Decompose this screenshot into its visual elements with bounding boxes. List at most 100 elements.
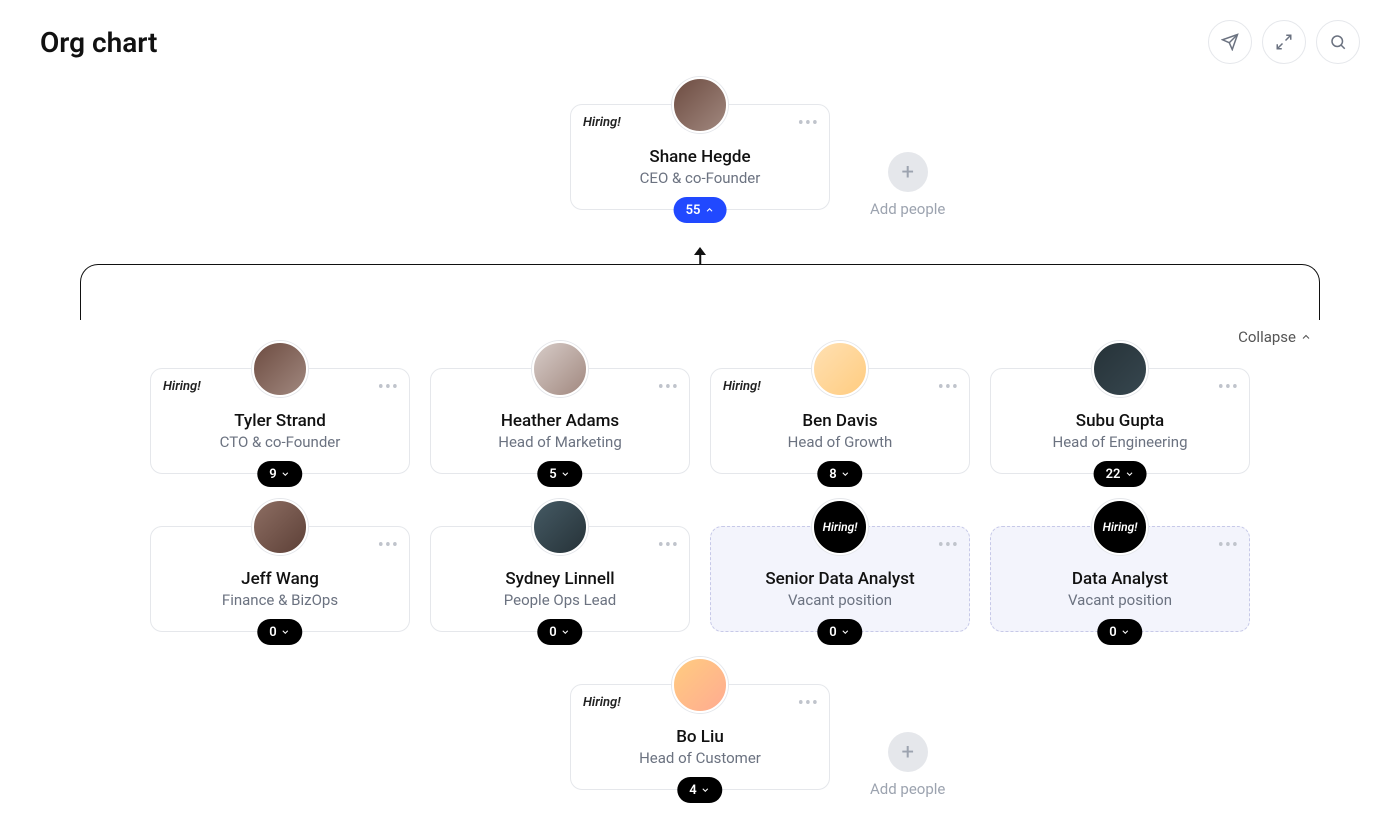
chevron-down-icon bbox=[561, 469, 571, 479]
org-row-footer: Hiring! ••• Bo Liu Head of Customer 4 + … bbox=[40, 684, 1360, 790]
share-button[interactable] bbox=[1208, 20, 1252, 64]
person-name: Data Analyst bbox=[1005, 569, 1235, 589]
person-name: Senior Data Analyst bbox=[725, 569, 955, 589]
person-title: Head of Engineering bbox=[1005, 433, 1235, 451]
reports-count-pill[interactable]: 0 bbox=[257, 619, 302, 645]
person-name: Bo Liu bbox=[585, 727, 815, 747]
reports-count-pill[interactable]: 55 bbox=[674, 197, 727, 223]
card-more-button[interactable]: ••• bbox=[658, 379, 679, 397]
reports-count-pill[interactable]: 0 bbox=[817, 619, 862, 645]
person-title: CEO & co-Founder bbox=[585, 169, 815, 187]
chevron-down-icon bbox=[561, 627, 571, 637]
reports-count: 4 bbox=[689, 783, 696, 798]
reports-count: 55 bbox=[686, 203, 701, 218]
add-people-button[interactable]: + bbox=[888, 152, 928, 192]
search-icon bbox=[1329, 33, 1347, 51]
person-card-footer[interactable]: Hiring! ••• Bo Liu Head of Customer 4 bbox=[570, 684, 830, 790]
reports-count-pill[interactable]: 8 bbox=[817, 461, 862, 487]
add-people-top: + Add people bbox=[870, 152, 945, 218]
reports-count: 0 bbox=[829, 625, 836, 640]
expand-button[interactable] bbox=[1262, 20, 1306, 64]
avatar bbox=[672, 77, 728, 133]
card-more-button[interactable]: ••• bbox=[798, 695, 819, 713]
vacant-position-card[interactable]: Hiring!•••Data AnalystVacant position0 bbox=[990, 526, 1250, 632]
org-children-grid: Hiring! ••• Tyler Strand CTO & co-Founder 9 •… bbox=[40, 368, 1360, 632]
person-name: Sydney Linnell bbox=[445, 569, 675, 589]
avatar bbox=[812, 341, 868, 397]
add-people-label: Add people bbox=[870, 200, 945, 218]
chevron-down-icon bbox=[841, 627, 851, 637]
collapse-button[interactable]: Collapse bbox=[1238, 328, 1312, 346]
reports-count: 8 bbox=[829, 467, 836, 482]
card-more-button[interactable]: ••• bbox=[378, 537, 399, 555]
card-more-button[interactable]: ••• bbox=[938, 537, 959, 555]
reports-count-pill[interactable]: 22 bbox=[1094, 461, 1147, 487]
avatar bbox=[532, 341, 588, 397]
avatar bbox=[252, 499, 308, 555]
send-icon bbox=[1221, 33, 1239, 51]
person-card[interactable]: Hiring!•••Tyler StrandCTO & co-Founder9 bbox=[150, 368, 410, 474]
card-more-button[interactable]: ••• bbox=[378, 379, 399, 397]
add-people-bottom: + Add people bbox=[870, 732, 945, 798]
person-card[interactable]: •••Sydney LinnellPeople Ops Lead0 bbox=[430, 526, 690, 632]
expand-icon bbox=[1275, 33, 1293, 51]
page-title: Org chart bbox=[40, 26, 157, 59]
hiring-tag: Hiring! bbox=[163, 379, 201, 394]
reports-count: 0 bbox=[269, 625, 276, 640]
org-row-root: Hiring! ••• Shane Hegde CEO & co-Founder… bbox=[40, 104, 1360, 210]
reports-count-pill[interactable]: 0 bbox=[1097, 619, 1142, 645]
person-title: CTO & co-Founder bbox=[165, 433, 395, 451]
card-more-button[interactable]: ••• bbox=[1218, 379, 1239, 397]
person-name: Tyler Strand bbox=[165, 411, 395, 431]
person-name: Ben Davis bbox=[725, 411, 955, 431]
person-name: Shane Hegde bbox=[585, 147, 815, 167]
person-name: Jeff Wang bbox=[165, 569, 395, 589]
person-title: Head of Growth bbox=[725, 433, 955, 451]
chevron-down-icon bbox=[1121, 627, 1131, 637]
hiring-tag: Hiring! bbox=[583, 115, 621, 130]
reports-count: 0 bbox=[1109, 625, 1116, 640]
add-people-button[interactable]: + bbox=[888, 732, 928, 772]
card-more-button[interactable]: ••• bbox=[938, 379, 959, 397]
reports-count: 9 bbox=[269, 467, 276, 482]
hiring-tag: Hiring! bbox=[723, 379, 761, 394]
hiring-avatar: Hiring! bbox=[812, 499, 868, 555]
card-more-button[interactable]: ••• bbox=[1218, 537, 1239, 555]
org-row: •••Jeff WangFinance & BizOps0•••Sydney L… bbox=[40, 526, 1360, 632]
card-more-button[interactable]: ••• bbox=[658, 537, 679, 555]
chevron-down-icon bbox=[701, 785, 711, 795]
person-title: Finance & BizOps bbox=[165, 591, 395, 609]
avatar bbox=[532, 499, 588, 555]
collapse-label: Collapse bbox=[1238, 328, 1296, 346]
card-more-button[interactable]: ••• bbox=[798, 115, 819, 133]
chevron-down-icon bbox=[1124, 469, 1134, 479]
add-people-label: Add people bbox=[870, 780, 945, 798]
reports-count: 5 bbox=[549, 467, 556, 482]
avatar bbox=[1092, 341, 1148, 397]
person-title: Vacant position bbox=[725, 591, 955, 609]
chevron-up-icon bbox=[1300, 331, 1312, 343]
reports-count-pill[interactable]: 9 bbox=[257, 461, 302, 487]
reports-count: 0 bbox=[549, 625, 556, 640]
reports-count-pill[interactable]: 0 bbox=[537, 619, 582, 645]
person-card[interactable]: •••Subu GuptaHead of Engineering22 bbox=[990, 368, 1250, 474]
person-card[interactable]: •••Heather AdamsHead of Marketing5 bbox=[430, 368, 690, 474]
org-row: Hiring!•••Tyler StrandCTO & co-Founder9•… bbox=[40, 368, 1360, 474]
person-name: Heather Adams bbox=[445, 411, 675, 431]
reports-count-pill[interactable]: 5 bbox=[537, 461, 582, 487]
chevron-down-icon bbox=[281, 469, 291, 479]
chevron-down-icon bbox=[841, 469, 851, 479]
chevron-up-icon bbox=[704, 205, 714, 215]
reports-count: 22 bbox=[1106, 467, 1121, 482]
reports-count-pill[interactable]: 4 bbox=[677, 777, 722, 803]
person-title: Head of Customer bbox=[585, 749, 815, 767]
person-title: Vacant position bbox=[1005, 591, 1235, 609]
person-card[interactable]: Hiring!•••Ben DavisHead of Growth8 bbox=[710, 368, 970, 474]
search-button[interactable] bbox=[1316, 20, 1360, 64]
person-card[interactable]: •••Jeff WangFinance & BizOps0 bbox=[150, 526, 410, 632]
hiring-tag: Hiring! bbox=[583, 695, 621, 710]
chevron-down-icon bbox=[281, 627, 291, 637]
person-card-root[interactable]: Hiring! ••• Shane Hegde CEO & co-Founder… bbox=[570, 104, 830, 210]
person-title: Head of Marketing bbox=[445, 433, 675, 451]
vacant-position-card[interactable]: Hiring!•••Senior Data AnalystVacant posi… bbox=[710, 526, 970, 632]
